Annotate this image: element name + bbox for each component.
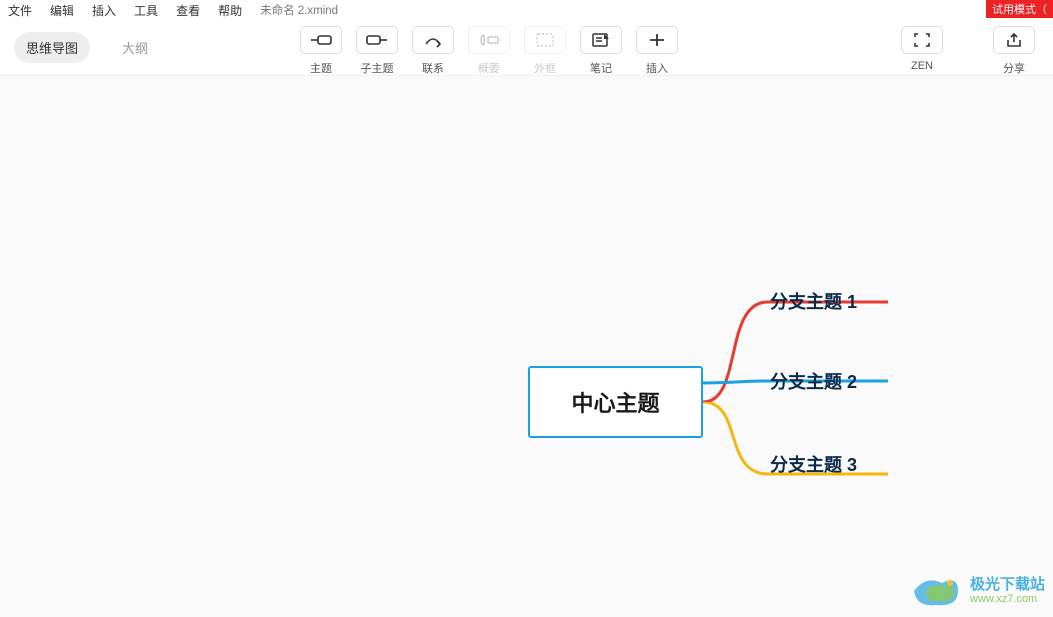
branch-topic-1[interactable]: 分支主题 1 bbox=[770, 288, 857, 314]
branch-topic-2[interactable]: 分支主题 2 bbox=[770, 368, 857, 394]
watermark-icon bbox=[906, 571, 964, 611]
notes-label: 笔记 bbox=[590, 60, 612, 76]
insert-label: 插入 bbox=[646, 60, 668, 76]
relationship-label: 联系 bbox=[422, 60, 444, 76]
summary-label: 概要 bbox=[478, 60, 500, 76]
menu-tools[interactable]: 工具 bbox=[134, 2, 158, 19]
watermark-title: 极光下载站 bbox=[970, 577, 1045, 594]
toolbar-main: 主题 子主题 联系 bbox=[300, 20, 678, 76]
filename-label: 未命名 2.xmind bbox=[260, 2, 338, 18]
menu-insert[interactable]: 插入 bbox=[92, 2, 116, 19]
view-tabs: 思维导图 大纲 bbox=[0, 32, 160, 63]
notes-button[interactable]: 笔记 bbox=[580, 26, 622, 76]
menu-edit[interactable]: 编辑 bbox=[50, 2, 74, 19]
zen-button[interactable]: ZEN bbox=[901, 26, 943, 72]
topic-button[interactable]: 主题 bbox=[300, 26, 342, 76]
subtopic-label: 子主题 bbox=[361, 60, 394, 76]
subtopic-button[interactable]: 子主题 bbox=[356, 26, 398, 76]
subtopic-icon bbox=[356, 26, 398, 54]
central-topic[interactable]: 中心主题 bbox=[528, 366, 703, 438]
trial-mode-badge[interactable]: 试用模式（ bbox=[986, 0, 1053, 18]
insert-button[interactable]: 插入 bbox=[636, 26, 678, 76]
menu-view[interactable]: 查看 bbox=[176, 2, 200, 19]
share-button[interactable]: 分享 bbox=[993, 26, 1035, 76]
boundary-label: 外框 bbox=[534, 60, 556, 76]
boundary-button[interactable]: 外框 bbox=[524, 26, 566, 76]
summary-icon bbox=[468, 26, 510, 54]
zen-icon bbox=[901, 26, 943, 54]
toolbar-right: ZEN 分享 bbox=[901, 20, 1035, 76]
tab-outline[interactable]: 大纲 bbox=[110, 32, 160, 63]
share-icon bbox=[993, 26, 1035, 54]
menu-help[interactable]: 帮助 bbox=[218, 2, 242, 19]
insert-icon bbox=[636, 26, 678, 54]
menu-bar: 文件 编辑 插入 工具 查看 帮助 未命名 2.xmind 试用模式（ bbox=[0, 0, 1053, 20]
toolbar-bar: 思维导图 大纲 主题 子主题 bbox=[0, 20, 1053, 76]
share-label: 分享 bbox=[1003, 60, 1025, 76]
relationship-button[interactable]: 联系 bbox=[412, 26, 454, 76]
branch-topic-3[interactable]: 分支主题 3 bbox=[770, 451, 857, 477]
watermark: 极光下载站 www.xz7.com bbox=[906, 571, 1045, 611]
topic-label: 主题 bbox=[310, 60, 332, 76]
boundary-icon bbox=[524, 26, 566, 54]
zen-label: ZEN bbox=[911, 60, 933, 72]
watermark-url: www.xz7.com bbox=[970, 593, 1045, 605]
relationship-icon bbox=[412, 26, 454, 54]
topic-icon bbox=[300, 26, 342, 54]
menu-file[interactable]: 文件 bbox=[8, 2, 32, 19]
tab-mindmap[interactable]: 思维导图 bbox=[14, 32, 90, 63]
notes-icon bbox=[580, 26, 622, 54]
mindmap-canvas[interactable]: 中心主题 分支主题 1 分支主题 2 分支主题 3 极光下载站 www.xz7.… bbox=[0, 76, 1053, 617]
summary-button[interactable]: 概要 bbox=[468, 26, 510, 76]
